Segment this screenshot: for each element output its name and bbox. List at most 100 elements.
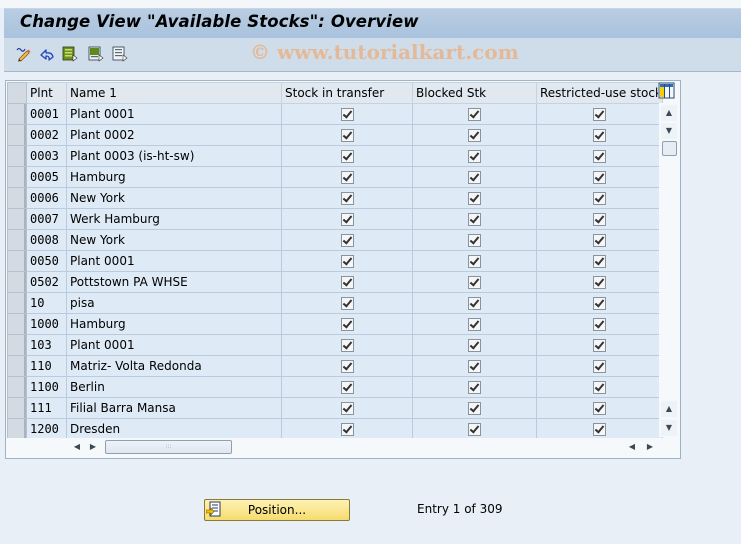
column-header-stock-in-transfer[interactable]: Stock in transfer	[281, 82, 413, 104]
row-selector[interactable]	[7, 208, 27, 230]
restricted-use-stock-checkbox[interactable]	[592, 402, 606, 415]
stock-in-transfer-checkbox[interactable]	[340, 402, 354, 415]
blocked-stk-checkbox[interactable]	[468, 150, 481, 163]
cell-stock-in-transfer	[281, 187, 413, 209]
row-selector[interactable]	[7, 250, 27, 272]
restricted-use-stock-checkbox[interactable]	[592, 276, 606, 289]
position-button[interactable]: Position...	[204, 499, 350, 521]
vertical-scrollbar[interactable]: ▲ ▼ ▲ ▼	[659, 103, 677, 437]
blocked-stk-checkbox[interactable]	[468, 192, 481, 205]
cell-stock-in-transfer	[281, 166, 413, 188]
scroll-left-button-right-pane[interactable]: ◀	[625, 438, 639, 456]
row-selector[interactable]	[7, 103, 27, 125]
cell-plnt: 0002	[26, 124, 67, 146]
stock-in-transfer-checkbox[interactable]	[340, 423, 354, 436]
cell-plnt: 110	[26, 355, 67, 377]
blocked-stk-checkbox[interactable]	[468, 318, 481, 331]
blocked-stk-checkbox[interactable]	[468, 276, 481, 289]
display-change-icon[interactable]	[16, 46, 32, 62]
restricted-use-stock-checkbox[interactable]	[592, 150, 606, 163]
select-all-rows-button[interactable]	[7, 82, 27, 104]
vertical-scroll-thumb[interactable]	[662, 141, 677, 156]
stock-in-transfer-checkbox[interactable]	[340, 255, 354, 268]
restricted-use-stock-checkbox[interactable]	[592, 381, 606, 394]
cell-restricted-use-stock	[536, 208, 663, 230]
stock-in-transfer-checkbox[interactable]	[340, 192, 354, 205]
stock-in-transfer-checkbox[interactable]	[340, 297, 354, 310]
restricted-use-stock-checkbox[interactable]	[592, 108, 606, 121]
row-selector[interactable]	[7, 145, 27, 167]
column-header-name[interactable]: Name 1	[66, 82, 282, 104]
column-header-blocked-stk[interactable]: Blocked Stk	[412, 82, 537, 104]
restricted-use-stock-checkbox[interactable]	[592, 213, 606, 226]
scroll-right-button-right-pane[interactable]: ▶	[643, 438, 657, 456]
row-selector[interactable]	[7, 292, 27, 314]
scroll-down-button[interactable]: ▼	[661, 420, 677, 436]
stock-in-transfer-checkbox[interactable]	[340, 171, 354, 184]
cell-name: Pottstown PA WHSE	[66, 271, 282, 293]
blocked-stk-checkbox[interactable]	[468, 402, 481, 415]
stock-in-transfer-checkbox[interactable]	[340, 108, 354, 121]
stock-in-transfer-checkbox[interactable]	[340, 381, 354, 394]
table-control: Plnt Name 1 Stock in transfer Blocked St…	[5, 80, 681, 459]
stock-in-transfer-checkbox[interactable]	[340, 360, 354, 373]
select-block-icon[interactable]	[88, 46, 104, 62]
row-selector[interactable]	[7, 229, 27, 251]
restricted-use-stock-checkbox[interactable]	[592, 339, 606, 352]
blocked-stk-checkbox[interactable]	[468, 297, 481, 310]
cell-restricted-use-stock	[536, 418, 663, 440]
blocked-stk-checkbox[interactable]	[468, 423, 481, 436]
select-all-icon[interactable]	[62, 46, 78, 62]
row-selector[interactable]	[7, 334, 27, 356]
blocked-stk-checkbox[interactable]	[468, 339, 481, 352]
row-selector[interactable]	[7, 418, 27, 440]
row-selector[interactable]	[7, 124, 27, 146]
entry-counter: Entry 1 of 309	[417, 502, 503, 516]
blocked-stk-checkbox[interactable]	[468, 108, 481, 121]
blocked-stk-checkbox[interactable]	[468, 213, 481, 226]
stock-in-transfer-checkbox[interactable]	[340, 318, 354, 331]
scroll-right-button[interactable]: ▶	[86, 438, 100, 456]
column-settings-icon[interactable]	[658, 82, 675, 99]
row-selector[interactable]	[7, 313, 27, 335]
horizontal-scrollbar[interactable]: ◀ ▶ ::: ◀ ▶	[7, 438, 679, 456]
row-selector[interactable]	[7, 376, 27, 398]
row-selector[interactable]	[7, 166, 27, 188]
restricted-use-stock-checkbox[interactable]	[592, 360, 606, 373]
restricted-use-stock-checkbox[interactable]	[592, 129, 606, 142]
row-selector[interactable]	[7, 187, 27, 209]
row-selector[interactable]	[7, 355, 27, 377]
stock-in-transfer-checkbox[interactable]	[340, 276, 354, 289]
blocked-stk-checkbox[interactable]	[468, 360, 481, 373]
column-header-plnt[interactable]: Plnt	[26, 82, 67, 104]
scroll-left-button[interactable]: ◀	[70, 438, 84, 456]
restricted-use-stock-checkbox[interactable]	[592, 297, 606, 310]
stock-in-transfer-checkbox[interactable]	[340, 129, 354, 142]
deselect-all-icon[interactable]	[112, 46, 128, 62]
scroll-page-down-button[interactable]: ▼	[661, 123, 677, 139]
blocked-stk-checkbox[interactable]	[468, 255, 481, 268]
restricted-use-stock-checkbox[interactable]	[592, 171, 606, 184]
restricted-use-stock-checkbox[interactable]	[592, 234, 606, 247]
restricted-use-stock-checkbox[interactable]	[592, 318, 606, 331]
restricted-use-stock-checkbox[interactable]	[592, 255, 606, 268]
cell-restricted-use-stock	[536, 292, 663, 314]
blocked-stk-checkbox[interactable]	[468, 234, 481, 247]
row-selector[interactable]	[7, 397, 27, 419]
blocked-stk-checkbox[interactable]	[468, 381, 481, 394]
row-selector[interactable]	[7, 271, 27, 293]
blocked-stk-checkbox[interactable]	[468, 129, 481, 142]
restricted-use-stock-checkbox[interactable]	[592, 423, 606, 436]
table-row: 0006 New York	[7, 187, 663, 209]
horizontal-scroll-thumb[interactable]: :::	[105, 440, 232, 454]
scroll-up-button[interactable]: ▲	[661, 105, 677, 121]
stock-in-transfer-checkbox[interactable]	[340, 234, 354, 247]
stock-in-transfer-checkbox[interactable]	[340, 339, 354, 352]
undo-icon[interactable]	[39, 46, 55, 62]
scroll-page-up-button[interactable]: ▲	[661, 401, 677, 417]
blocked-stk-checkbox[interactable]	[468, 171, 481, 184]
column-header-restricted-use-stock[interactable]: Restricted-use stock	[536, 82, 663, 104]
restricted-use-stock-checkbox[interactable]	[592, 192, 606, 205]
stock-in-transfer-checkbox[interactable]	[340, 213, 354, 226]
stock-in-transfer-checkbox[interactable]	[340, 150, 354, 163]
